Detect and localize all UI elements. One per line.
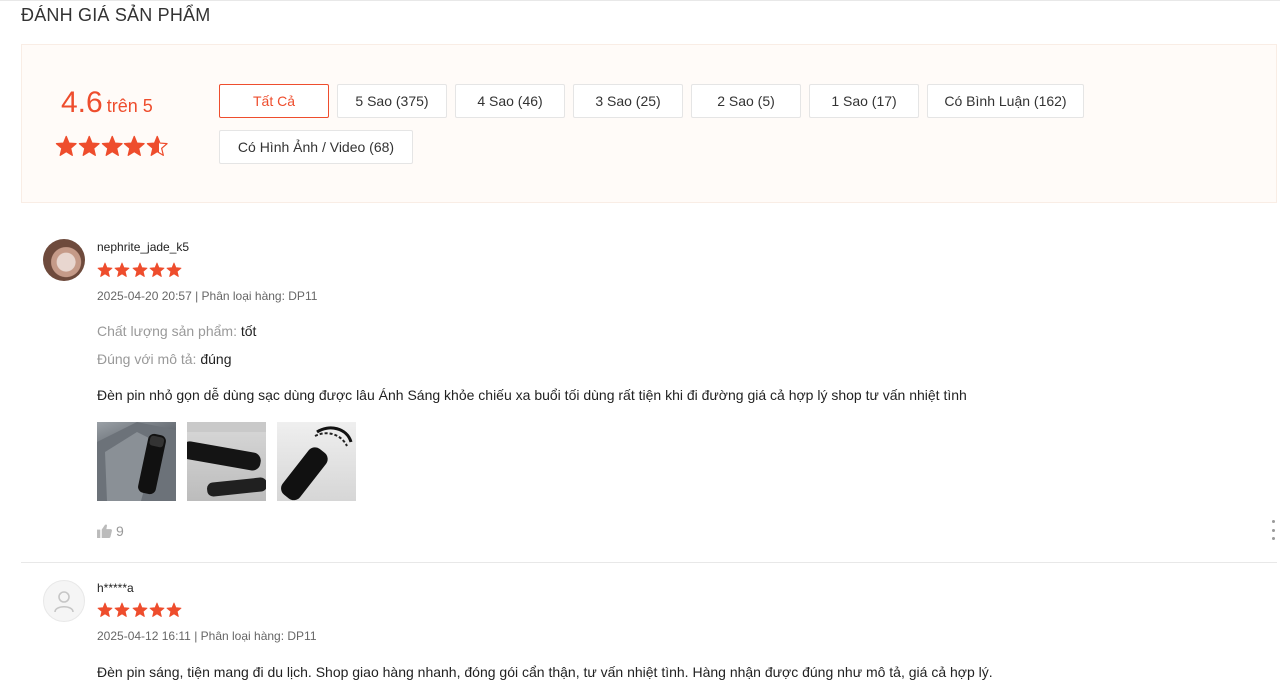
review-image-thumbnail[interactable] xyxy=(277,422,356,501)
filter-with-comment[interactable]: Có Bình Luận (162) xyxy=(927,84,1084,118)
user-placeholder-icon xyxy=(54,591,74,613)
star-icon xyxy=(114,262,130,277)
attribute-key: Đúng với mô tả: xyxy=(97,351,197,367)
review-comment: Đèn pin sáng, tiện mang đi du lịch. Shop… xyxy=(97,664,993,680)
review-username: nephrite_jade_k5 xyxy=(97,240,190,254)
filter-4-star[interactable]: 4 Sao (46) xyxy=(455,84,565,118)
star-icon xyxy=(78,135,100,156)
star-icon xyxy=(149,602,165,617)
review-attribute-quality: Chất lượng sản phẩm: tốt xyxy=(97,323,256,339)
like-button[interactable]: 9 xyxy=(97,523,124,539)
review-meta: 2025-04-12 16:11 | Phân loại hàng: DP11 xyxy=(97,629,317,643)
rating-stars xyxy=(55,135,169,158)
star-icon xyxy=(55,135,77,156)
thumbs-up-icon xyxy=(97,524,112,538)
star-icon xyxy=(124,135,146,156)
more-vertical-icon[interactable] xyxy=(1270,520,1276,540)
review-media xyxy=(97,422,367,501)
star-icon xyxy=(97,602,113,617)
review-stars xyxy=(97,602,183,618)
star-icon xyxy=(132,602,148,617)
review-comment: Đèn pin nhỏ gọn dễ dùng sạc dùng được lâ… xyxy=(97,387,967,403)
top-divider xyxy=(0,0,1280,3)
filter-2-star[interactable]: 2 Sao (5) xyxy=(691,84,801,118)
review-image-thumbnail[interactable] xyxy=(97,422,176,501)
section-title: ĐÁNH GIÁ SẢN PHẨM xyxy=(21,5,211,25)
rating-suffix: trên 5 xyxy=(106,96,153,116)
review-image-thumbnail[interactable] xyxy=(187,422,266,501)
avatar[interactable] xyxy=(43,580,85,622)
review-username: h*****a xyxy=(97,581,134,595)
review-stars xyxy=(97,262,183,278)
review-meta: 2025-04-20 20:57 | Phân loại hàng: DP11 xyxy=(97,289,318,303)
review-attribute-description: Đúng với mô tả: đúng xyxy=(97,351,232,367)
review-item: nephrite_jade_k5 2025-04-20 20:57 | Phân… xyxy=(21,223,1277,563)
filter-5-star[interactable]: 5 Sao (375) xyxy=(337,84,447,118)
attribute-value: đúng xyxy=(200,351,232,367)
filter-all[interactable]: Tất Cả xyxy=(219,84,329,118)
star-icon xyxy=(146,135,168,156)
rating-value: 4.6 xyxy=(61,86,103,119)
filter-with-media[interactable]: Có Hình Ảnh / Video (68) xyxy=(219,130,413,164)
avatar[interactable] xyxy=(43,239,85,281)
rating-score: 4.6 trên 5 xyxy=(61,86,153,120)
star-icon xyxy=(97,262,113,277)
like-count: 9 xyxy=(116,523,124,539)
star-icon xyxy=(149,262,165,277)
star-icon xyxy=(166,602,182,617)
filter-3-star[interactable]: 3 Sao (25) xyxy=(573,84,683,118)
star-icon xyxy=(114,602,130,617)
star-icon xyxy=(132,262,148,277)
rating-summary: 4.6 trên 5 Tất Cả 5 Sao (375) 4 Sao (46) … xyxy=(21,44,1277,203)
attribute-key: Chất lượng sản phẩm: xyxy=(97,323,237,339)
star-icon xyxy=(101,135,123,156)
star-icon xyxy=(166,262,182,277)
attribute-value: tốt xyxy=(240,323,257,339)
filter-1-star[interactable]: 1 Sao (17) xyxy=(809,84,919,118)
review-item: h*****a 2025-04-12 16:11 | Phân loại hàn… xyxy=(21,563,1277,694)
